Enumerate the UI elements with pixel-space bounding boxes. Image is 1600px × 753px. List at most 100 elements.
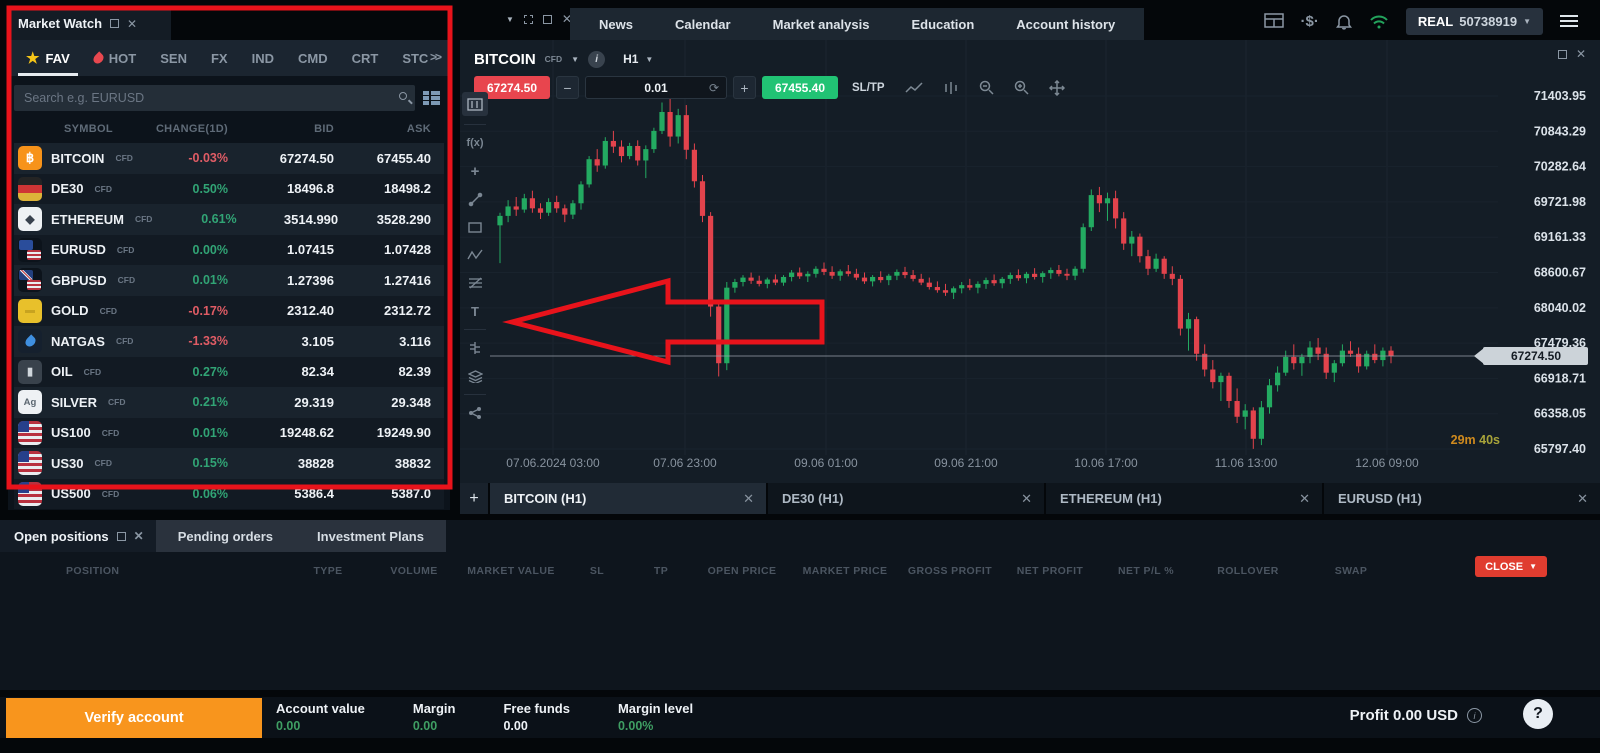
bid-value[interactable]: 19248.62 [228,425,334,440]
bid-value[interactable]: 2312.40 [228,303,334,318]
ask-value[interactable]: 38832 [334,456,431,471]
tab-ind[interactable]: IND [240,40,286,76]
more-tabs-icon[interactable]: >> [430,50,440,64]
market-row-ethereum[interactable]: ◆ETHEREUMCFD0.61%3514.9903528.290 [14,204,444,235]
ask-value[interactable]: 1.07428 [334,242,431,257]
market-row-bitcoin[interactable]: ฿BITCOINCFD-0.03%67274.5067455.40 [14,143,444,174]
tab-investment-plans[interactable]: Investment Plans [295,520,446,552]
market-row-us100[interactable]: US100CFD0.01%19248.6219249.90 [14,418,444,449]
search-input[interactable] [14,85,415,111]
chart-tab-bitcoin[interactable]: BITCOIN (H1)✕ [490,483,766,514]
popout-icon[interactable] [110,19,119,28]
search-icon[interactable] [397,90,413,106]
chevron-down-icon[interactable]: ▼ [571,55,579,64]
tab-fx[interactable]: FX [199,40,240,76]
market-row-gbpusd[interactable]: GBPUSDCFD0.01%1.273961.27416 [14,265,444,296]
tab-cmd[interactable]: CMD [286,40,340,76]
bid-value[interactable]: 3514.990 [237,212,338,227]
menu-icon[interactable] [1560,15,1578,27]
layout-icon[interactable] [1264,13,1284,29]
candlestick-chart[interactable]: 71403.9570843.2970282.6469721.9869161.33… [460,40,1600,483]
timeframe-selector[interactable]: H1 ▼ [614,49,662,69]
tab-sen[interactable]: SEN [148,40,199,76]
chart-tab-ethereum[interactable]: ETHEREUM (H1)✕ [1046,483,1322,514]
ask-value[interactable]: 82.39 [334,364,431,379]
bid-value[interactable]: 18496.8 [228,181,334,196]
text-icon[interactable]: T [462,301,488,321]
popout-icon[interactable] [117,532,126,541]
ask-value[interactable]: 3528.290 [338,212,431,227]
zoom-in-icon[interactable] [1014,80,1029,95]
chart-tab-eurusd[interactable]: EURUSD (H1)✕ [1324,483,1600,514]
close-icon[interactable]: ✕ [134,530,144,542]
deposit-icon[interactable]: ·$· [1301,13,1319,30]
chevron-down-icon[interactable]: ▼ [506,15,514,24]
new-chart-button[interactable]: + [460,483,488,514]
account-selector[interactable]: REAL 50738919 ▼ [1406,8,1543,35]
line-chart-icon[interactable] [905,82,923,94]
trendline-icon[interactable] [462,189,488,209]
close-position-button[interactable]: CLOSE ▼ [1475,556,1547,577]
nav-market-analysis[interactable]: Market analysis [752,17,891,32]
ask-value[interactable]: 67455.40 [334,151,431,166]
bid-value[interactable]: 1.07415 [228,242,334,257]
market-row-silver[interactable]: AgSILVERCFD0.21%29.31929.348 [14,387,444,418]
market-row-eurusd[interactable]: EURUSDCFD0.00%1.074151.07428 [14,235,444,266]
tab-fav[interactable]: ★FAV [14,40,82,76]
ask-value[interactable]: 3.116 [334,334,431,349]
tab-open-positions[interactable]: Open positions ✕ [0,520,156,552]
market-row-us30[interactable]: US30CFD0.15%3882838832 [14,448,444,479]
volume-profile-icon[interactable] [462,338,488,358]
market-row-gold[interactable]: ▬GOLDCFD-0.17%2312.402312.72 [14,296,444,327]
help-button[interactable]: ? [1523,699,1553,729]
indicators-icon[interactable] [943,81,959,95]
tab-crt[interactable]: CRT [340,40,391,76]
close-icon[interactable]: ✕ [1576,48,1586,60]
ask-value[interactable]: 1.27416 [334,273,431,288]
ask-value[interactable]: 29.348 [334,395,431,410]
info-icon[interactable]: i [588,51,605,68]
sltp-button[interactable]: SL/TP [852,82,885,94]
volume-input[interactable]: 0.01 ⟳ [585,76,727,99]
market-row-oil[interactable]: ▮OILCFD0.27%82.3482.39 [14,357,444,388]
bell-icon[interactable] [1336,13,1352,30]
nav-account-history[interactable]: Account history [995,17,1136,32]
refresh-icon[interactable]: ⟳ [709,81,719,95]
verify-account-button[interactable]: Verify account [6,698,262,738]
market-row-us500[interactable]: US500CFD0.06%5386.45387.0 [14,479,444,510]
bid-value[interactable]: 82.34 [228,364,334,379]
ask-value[interactable]: 18498.2 [334,181,431,196]
ask-value[interactable]: 19249.90 [334,425,431,440]
buy-button[interactable]: 67455.40 [762,76,838,99]
nav-news[interactable]: News [578,17,654,32]
close-icon[interactable]: ✕ [743,491,754,507]
chart-tab-de30[interactable]: DE30 (H1)✕ [768,483,1044,514]
nav-calendar[interactable]: Calendar [654,17,752,32]
nav-education[interactable]: Education [890,17,995,32]
info-icon[interactable]: i [1467,708,1482,723]
bid-value[interactable]: 38828 [228,456,334,471]
bid-value[interactable]: 1.27396 [228,273,334,288]
tab-hot[interactable]: HOT [82,40,148,76]
indicators-fx-icon[interactable]: f(x) [462,133,488,153]
fibonacci-icon[interactable] [462,273,488,293]
share-icon[interactable] [462,403,488,423]
volume-minus-button[interactable]: − [556,76,579,99]
ask-value[interactable]: 5387.0 [334,486,431,501]
grid-view-icon[interactable] [423,91,440,105]
bid-value[interactable]: 67274.50 [228,151,334,166]
chart-type-icon[interactable] [462,92,488,116]
dock-icon[interactable] [1558,50,1567,59]
close-icon[interactable]: ✕ [1021,491,1032,507]
layers-icon[interactable] [462,366,488,386]
bid-value[interactable]: 29.319 [228,395,334,410]
close-icon[interactable]: ✕ [127,18,137,30]
crosshair-icon[interactable]: + [462,161,488,181]
maximize-icon[interactable] [543,15,552,24]
market-row-de30[interactable]: DE30CFD0.50%18496.818498.2 [14,174,444,205]
close-icon[interactable]: ✕ [1299,491,1310,507]
market-row-natgas[interactable]: NATGASCFD-1.33%3.1053.116 [14,326,444,357]
waves-icon[interactable] [462,245,488,265]
tab-pending-orders[interactable]: Pending orders [156,520,295,552]
zoom-out-icon[interactable] [979,80,994,95]
